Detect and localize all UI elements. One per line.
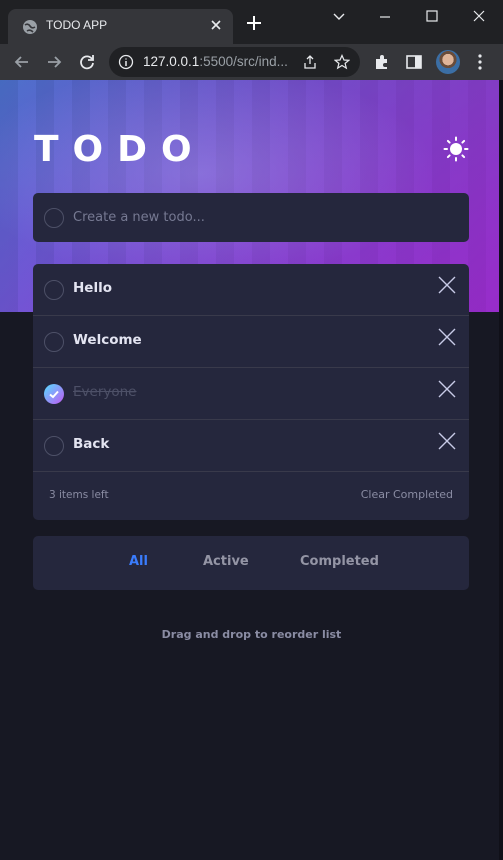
todo-text: Back — [73, 436, 110, 452]
address-bar[interactable]: 127.0.0.1:5500/src/ind... — [109, 47, 360, 77]
clear-completed-button[interactable]: Clear Completed — [361, 488, 453, 501]
more-menu-icon[interactable] — [470, 52, 490, 72]
filter-completed[interactable]: Completed — [300, 554, 379, 569]
extensions-puzzle-icon[interactable] — [372, 52, 392, 72]
share-icon[interactable] — [302, 54, 318, 70]
scrollbar[interactable] — [499, 80, 503, 860]
browser-titlebar: TODO APP — [0, 0, 503, 44]
close-icon[interactable] — [437, 431, 457, 451]
close-icon[interactable] — [207, 16, 225, 34]
items-left-count: 3 items left — [49, 489, 109, 501]
todo-checkbox[interactable] — [44, 436, 64, 456]
todo-checkbox[interactable] — [44, 332, 64, 352]
todo-item[interactable]: Back — [33, 420, 469, 472]
window-close-icon[interactable] — [466, 6, 492, 28]
todo-text: Everyone — [73, 384, 137, 400]
new-todo-bar — [33, 193, 469, 242]
todo-checkbox[interactable] — [44, 280, 64, 300]
new-tab-icon[interactable] — [243, 12, 265, 34]
tab-search-icon[interactable] — [326, 6, 352, 28]
todo-item[interactable]: Everyone — [33, 368, 469, 420]
url-text: 127.0.0.1:5500/src/ind... — [143, 54, 288, 69]
minimize-icon[interactable] — [372, 6, 398, 28]
page-viewport: TODO Hello Welcome — [0, 80, 503, 860]
globe-icon — [23, 20, 37, 34]
close-icon[interactable] — [437, 275, 457, 295]
list-footer: 3 items left Clear Completed — [33, 472, 469, 520]
tab-title: TODO APP — [46, 18, 108, 32]
app-logo: TODO — [34, 129, 206, 170]
maximize-icon[interactable] — [419, 6, 445, 28]
back-arrow-icon[interactable] — [12, 52, 32, 72]
bookmark-star-icon[interactable] — [334, 54, 350, 70]
todo-list: Hello Welcome Everyone Back 3 items left… — [33, 264, 469, 520]
filter-active[interactable]: Active — [203, 554, 249, 569]
sun-icon[interactable] — [443, 136, 469, 162]
filter-all[interactable]: All — [129, 554, 148, 569]
forward-arrow-icon[interactable] — [44, 52, 64, 72]
close-icon[interactable] — [437, 327, 457, 347]
new-todo-input[interactable] — [73, 193, 453, 242]
todo-text: Hello — [73, 280, 112, 296]
info-icon[interactable] — [118, 54, 134, 70]
side-panel-icon[interactable] — [404, 52, 424, 72]
close-icon[interactable] — [437, 379, 457, 399]
todo-text: Welcome — [73, 332, 142, 348]
browser-toolbar: 127.0.0.1:5500/src/ind... — [0, 44, 503, 80]
drag-hint: Drag and drop to reorder list — [161, 628, 342, 641]
filter-bar: All Active Completed — [33, 536, 469, 590]
todo-item[interactable]: Hello — [33, 264, 469, 316]
profile-avatar[interactable] — [436, 50, 460, 74]
browser-tab[interactable]: TODO APP — [8, 9, 233, 44]
todo-item[interactable]: Welcome — [33, 316, 469, 368]
reload-icon[interactable] — [77, 52, 97, 72]
check-icon[interactable] — [44, 384, 64, 404]
new-todo-circle[interactable] — [44, 208, 64, 228]
